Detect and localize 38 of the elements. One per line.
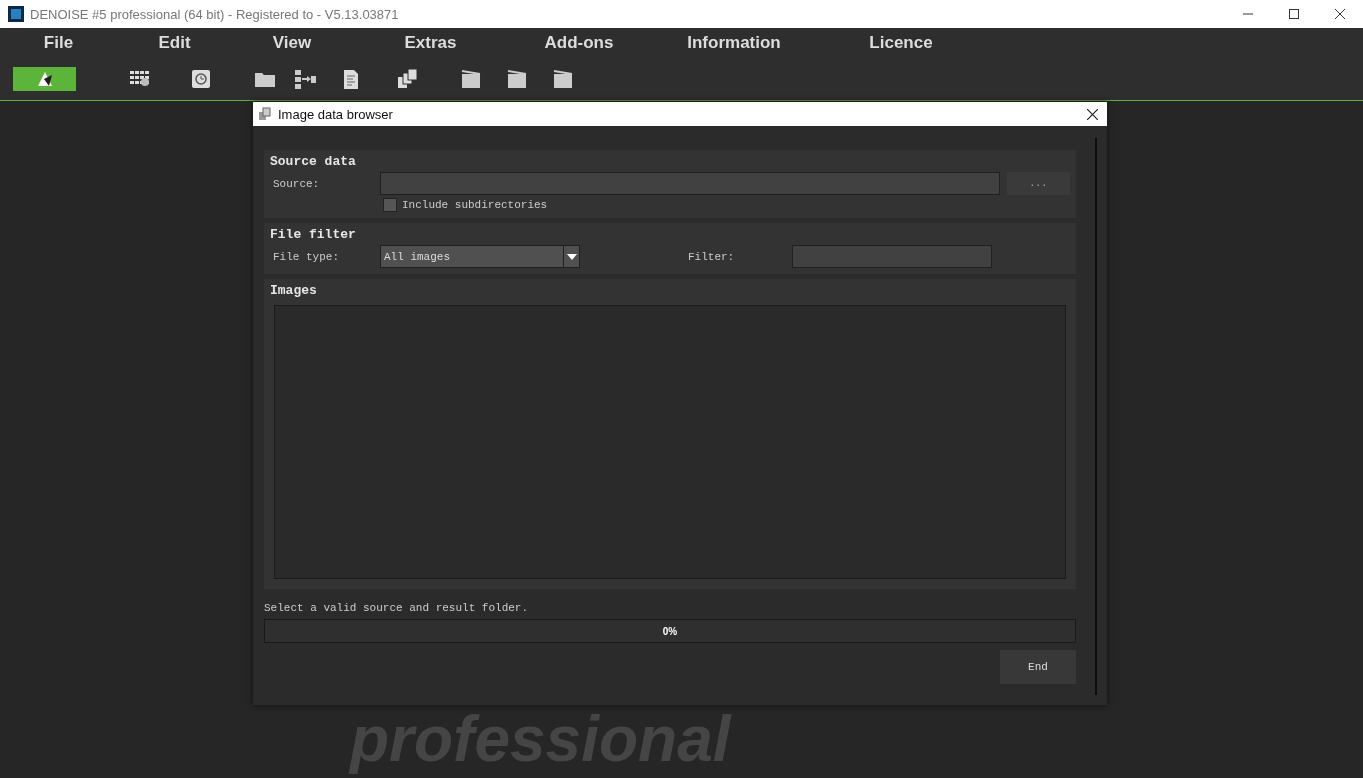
field-label: Filter: [687, 250, 736, 263]
section-title: Images [270, 283, 318, 298]
menu-item[interactable]: File [0, 33, 117, 53]
clapper-icon [551, 68, 575, 90]
copy-icon [395, 68, 419, 90]
menu-item[interactable]: Add-ons [509, 33, 649, 53]
section-title: Source data [270, 154, 357, 169]
checkbox[interactable] [383, 198, 397, 212]
clapper-icon [505, 68, 529, 90]
app-icon [8, 6, 24, 22]
file-type-dropdown[interactable]: All images [380, 245, 580, 268]
file-transfer-icon [293, 68, 317, 90]
clapper-icon [459, 68, 483, 90]
source-field[interactable] [380, 172, 1000, 195]
close-icon [1335, 9, 1345, 19]
end-button[interactable]: End [1000, 650, 1076, 684]
close-icon [1086, 108, 1098, 120]
menu-item[interactable]: Information [649, 33, 819, 53]
toolbar-button[interactable] [292, 67, 318, 91]
toolbar-button[interactable] [13, 67, 76, 91]
field-label: Source: [272, 177, 321, 190]
field-label: File type: [272, 250, 340, 263]
window-title: DENOISE #5 professional (64 bit) - Registered to - V5.13.03871 [30, 6, 399, 22]
copy-icon [258, 107, 272, 121]
progress-reading: 0% [662, 625, 678, 637]
caret-icon [566, 253, 577, 260]
status-text: Select a valid source and result folder. [264, 602, 530, 614]
menu-item[interactable]: Edit [117, 33, 232, 53]
filter-field[interactable] [792, 245, 992, 268]
history-icon [189, 68, 213, 90]
maximize-icon [1289, 9, 1299, 19]
checkbox-label: Include subdirectories [402, 199, 548, 211]
menu-item[interactable]: Extras [352, 33, 509, 53]
browse-button[interactable]: ... [1006, 172, 1070, 195]
dialog-title: Image data browser [278, 106, 393, 122]
menu-item[interactable]: Licence [819, 33, 983, 53]
menu-item[interactable]: View [232, 33, 352, 53]
section-title: File filter [270, 227, 357, 242]
